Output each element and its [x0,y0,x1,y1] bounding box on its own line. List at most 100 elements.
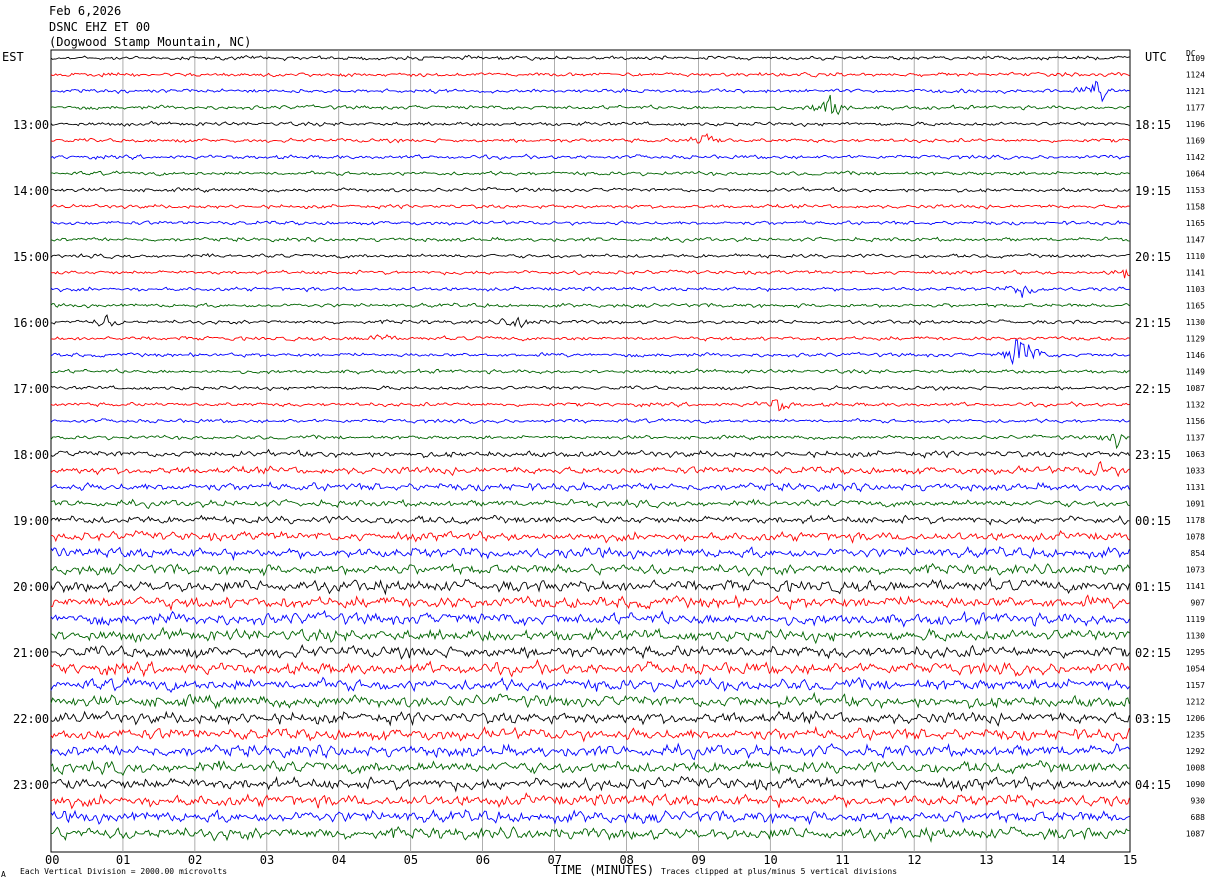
x-tick-label: 02 [188,853,202,867]
seismic-trace [51,825,1130,843]
dc-offset-label: 1157 [1186,681,1205,690]
seismic-trace [50,658,1130,678]
dc-offset-label: 1196 [1186,120,1205,129]
seismic-trace [50,314,1130,329]
dc-offset-label: 907 [1191,599,1206,608]
dc-offset-label: 1103 [1186,285,1205,294]
seismic-trace [50,285,1130,298]
dc-offset-label: 688 [1191,813,1206,822]
dc-offset-label: 1169 [1186,137,1205,146]
seismic-trace [50,54,1130,62]
seismic-trace [50,775,1130,793]
dc-offset-label: 1063 [1186,450,1205,459]
x-tick-label: 01 [116,853,130,867]
seismic-trace [50,759,1130,777]
x-tick-label: 05 [404,853,418,867]
seismic-trace [50,120,1130,128]
left-hour-label: 21:00 [13,646,49,660]
seismic-trace [50,594,1130,612]
time-gridlines [50,49,1131,853]
seismic-trace [50,530,1130,544]
seismic-trace [50,334,1130,342]
x-tick-label: 09 [691,853,705,867]
seismic-trace [50,302,1130,309]
clip-note: Traces clipped at plus/minus 5 vertical … [661,867,898,876]
dc-offset-label: 1119 [1186,615,1205,624]
left-hour-label: 22:00 [13,712,49,726]
dc-offset-label: 1064 [1186,170,1205,179]
dc-offset-label: 1295 [1186,648,1205,657]
seismic-trace [50,626,1130,645]
dc-offset-label: 1090 [1186,780,1205,789]
left-hour-label: 17:00 [13,382,49,396]
dc-offset-label: 1130 [1186,632,1205,641]
dc-offset-label: 1110 [1186,252,1205,261]
dc-offset-label: 1165 [1186,302,1205,311]
dc-offset-label: 1178 [1186,516,1205,525]
right-hour-label: 02:15 [1135,646,1171,660]
dc-offset-label: 1078 [1186,533,1205,542]
seismic-trace [50,385,1130,392]
left-hour-label: 15:00 [13,250,49,264]
x-tick-label: 11 [835,853,849,867]
right-hour-label: 03:15 [1135,712,1171,726]
seismic-trace [50,792,1130,810]
dc-offset-label: 1131 [1186,483,1205,492]
seismic-trace [50,498,1130,510]
seismic-trace [50,643,1130,660]
scale-note: Each Vertical Division = 2000.00 microvo… [20,867,228,876]
dc-offset-label: 1206 [1186,714,1205,723]
dc-offset-label: 1091 [1186,500,1205,509]
dc-offset-label: 1141 [1186,269,1205,278]
left-hour-label: 20:00 [13,580,49,594]
dc-offset-label: 930 [1191,797,1206,806]
left-hour-label: 18:00 [13,448,49,462]
dc-offset-label: 1132 [1186,401,1205,410]
x-tick-label: 14 [1051,853,1065,867]
seismic-trace [50,399,1130,412]
seismic-trace [50,433,1130,450]
seismic-trace [50,80,1130,103]
dc-offset-label: 1156 [1186,417,1205,426]
dc-offset-label: 1073 [1186,566,1205,575]
dc-offset-label: 1129 [1186,335,1205,344]
seismic-trace [50,153,1130,161]
dc-offset-label: 1087 [1186,384,1205,393]
dc-offset-label: 1165 [1186,219,1205,228]
left-hour-label: 23:00 [13,778,49,792]
right-hour-label: 01:15 [1135,580,1171,594]
seismic-trace [50,691,1130,710]
seismic-trace [50,546,1130,561]
x-tick-label: 12 [907,853,921,867]
seismic-trace [50,576,1130,596]
dc-offset-label: 1177 [1186,104,1205,113]
seismic-trace [50,609,1130,628]
x-tick-label: 03 [260,853,274,867]
dc-offset-label: 854 [1191,549,1206,558]
right-hour-label: 00:15 [1135,514,1171,528]
dc-offset-labels: 1109 1124 1121 1177 1196 1169 1142 1064 1153 1158… [1186,54,1205,839]
right-hour-labels: 18:15 19:15 20:15 21:15 22:15 23:15 00:15 01:15… [1135,118,1171,792]
left-hour-label: 14:00 [13,184,49,198]
left-hour-label: 16:00 [13,316,49,330]
dc-offset-label: 1149 [1186,368,1205,377]
seismic-trace [50,809,1130,826]
seismic-trace [50,448,1130,459]
x-tick-label: 13 [979,853,993,867]
seismic-trace [50,417,1130,424]
left-hour-label: 13:00 [13,118,49,132]
seismic-trace [50,368,1130,375]
dc-offset-label: 1141 [1186,582,1205,591]
right-hour-label: 04:15 [1135,778,1171,792]
dc-offset-label: 1235 [1186,731,1205,740]
dc-offset-label: 1054 [1186,665,1205,674]
dc-offset-label: 1124 [1186,71,1205,80]
left-hour-label: 19:00 [13,514,49,528]
dc-offset-label: 1087 [1186,830,1205,839]
seismic-trace [50,94,1130,116]
x-tick-label: 04 [332,853,346,867]
corner-mark: A [1,870,6,879]
seismic-trace [50,133,1130,144]
seismic-trace [50,236,1130,243]
dc-offset-label: 1109 [1186,54,1205,63]
